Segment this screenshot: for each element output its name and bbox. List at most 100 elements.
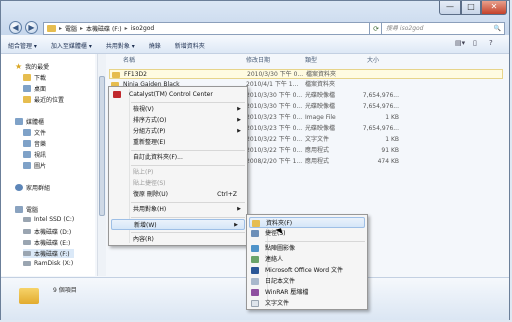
menu-item-refresh[interactable]: 重新整理(E)	[109, 137, 247, 148]
forward-arrow-icon[interactable]: ▶	[25, 21, 38, 34]
sidebar-item-computer[interactable]: 電腦	[15, 205, 38, 214]
burn-button[interactable]: 燒錄	[149, 41, 161, 50]
column-type[interactable]: 類型	[305, 55, 317, 67]
submenu-arrow-icon: ▶	[237, 206, 241, 212]
submenu-item-text[interactable]: 文字文件	[247, 298, 367, 309]
organize-button[interactable]: 組合管理 ▾	[8, 41, 37, 50]
menu-separator	[131, 217, 245, 218]
menu-separator	[131, 232, 245, 233]
menu-separator	[131, 165, 245, 166]
recent-places-icon	[23, 96, 31, 103]
sidebar-item-pictures[interactable]: 圖片	[23, 161, 46, 170]
drive-icon	[23, 240, 31, 245]
menu-item-catalyst[interactable]: Catalyst(TM) Control Center	[109, 89, 247, 100]
navigation-pane: ★ 我的最愛 下載 桌面 最近的位置 媒體櫃 文件 音樂 視訊 圖片 家用群組 …	[1, 54, 95, 276]
column-date[interactable]: 修改日期	[246, 55, 270, 67]
submenu-item-journal[interactable]: 日記本文件	[247, 276, 367, 287]
submenu-item-bitmap[interactable]: 點陣圖影像	[247, 243, 367, 254]
new-submenu: 資料夾(F) 捷徑(S) 點陣圖影像 連絡人 Microsoft Office …	[246, 214, 368, 310]
scrollbar-thumb[interactable]	[99, 76, 105, 216]
contact-icon	[251, 256, 259, 263]
menu-separator	[131, 102, 245, 103]
folder-icon	[19, 288, 39, 304]
word-icon	[251, 267, 259, 274]
add-to-library-button[interactable]: 加入至媒體櫃 ▾	[51, 41, 92, 50]
sidebar-item-downloads[interactable]: 下載	[23, 73, 46, 82]
drive-icon	[23, 261, 31, 266]
sidebar-item-favorites[interactable]: ★ 我的最愛	[15, 62, 49, 72]
text-file-icon	[251, 300, 259, 307]
column-size[interactable]: 大小	[367, 55, 379, 67]
submenu-item-contact[interactable]: 連絡人	[247, 254, 367, 265]
file-row[interactable]: FF13D2 2010/3/30 下午 0... 檔案資料夾	[109, 69, 503, 79]
music-icon	[23, 140, 31, 147]
menu-item-group[interactable]: 分組方式(P) ▶	[109, 126, 247, 137]
sidebar-item-drive-d[interactable]: 本機磁碟 (D:)	[23, 227, 71, 236]
menu-item-customize[interactable]: 自訂此資料夾(F)...	[109, 152, 247, 163]
computer-icon	[15, 206, 23, 213]
share-with-button[interactable]: 共用對象 ▾	[106, 41, 135, 50]
drive-icon	[23, 217, 31, 222]
menu-item-paste-shortcut[interactable]: 貼上捷徑(S)	[109, 178, 247, 189]
context-menu: Catalyst(TM) Control Center 檢視(V) ▶ 排序方式(…	[108, 86, 248, 246]
pictures-icon	[23, 162, 31, 169]
menu-item-view[interactable]: 檢視(V) ▶	[109, 104, 247, 115]
drive-icon	[23, 229, 31, 234]
new-folder-button[interactable]: 新增資料夾	[175, 41, 205, 50]
submenu-arrow-icon: ▶	[237, 106, 241, 112]
desktop-icon	[23, 85, 31, 92]
preview-pane-icon[interactable]: ▯	[473, 39, 477, 47]
menu-separator	[265, 241, 365, 242]
minimize-button[interactable]: —	[439, 1, 461, 15]
library-icon	[15, 118, 23, 125]
search-input[interactable]: 搜尋 iso2god 🔍	[381, 22, 505, 35]
submenu-item-word[interactable]: Microsoft Office Word 文件	[247, 265, 367, 276]
sidebar-item-drive-e[interactable]: 本機磁碟 (E:)	[23, 238, 70, 247]
breadcrumb-computer[interactable]: 電腦	[65, 24, 77, 33]
title-bar: — □ ✕ ◀ ▶ ▸ 電腦 ▸ 本機磁碟 (F:) ▸ iso2god ⟳ 搜…	[1, 1, 509, 35]
homegroup-icon	[15, 184, 23, 191]
sidebar-item-music[interactable]: 音樂	[23, 139, 46, 148]
close-button[interactable]: ✕	[481, 1, 507, 15]
sidebar-item-libraries[interactable]: 媒體櫃	[15, 117, 44, 126]
back-arrow-icon[interactable]: ◀	[9, 21, 22, 34]
folder-icon	[112, 72, 120, 78]
sidebar-item-drive-c[interactable]: Intel SSD (C:)	[23, 216, 74, 223]
folder-icon	[47, 25, 56, 32]
address-bar[interactable]: ▸ 電腦 ▸ 本機磁碟 (F:) ▸ iso2god	[43, 22, 370, 35]
maximize-button[interactable]: □	[461, 1, 481, 15]
view-options-icon[interactable]: ▤▾	[455, 39, 465, 47]
menu-item-undo-delete[interactable]: 復原 刪除(U) Ctrl+Z	[109, 189, 247, 200]
sidebar-item-videos[interactable]: 視訊	[23, 150, 46, 159]
breadcrumb-iso2god[interactable]: iso2god	[131, 25, 155, 32]
folder-icon	[252, 220, 260, 227]
item-count: 9 個項目	[53, 287, 77, 294]
submenu-item-shortcut[interactable]: 捷徑(S)	[247, 228, 367, 239]
sidebar-scrollbar[interactable]	[97, 54, 106, 276]
sidebar-item-desktop[interactable]: 桌面	[23, 84, 46, 93]
folder-icon	[23, 74, 31, 81]
shortcut-icon	[251, 230, 259, 237]
sidebar-item-drive-f[interactable]: 本機磁碟 (F:)	[23, 249, 74, 258]
menu-item-paste[interactable]: 貼上(P)	[109, 167, 247, 178]
sidebar-item-ramdisk[interactable]: RamDisk (X:)	[23, 260, 73, 267]
menu-item-new[interactable]: 新增(W) ▶	[111, 219, 245, 230]
winrar-icon	[251, 289, 259, 296]
sidebar-item-recent[interactable]: 最近的位置	[23, 95, 64, 104]
menu-separator	[131, 202, 245, 203]
drive-icon	[23, 251, 31, 256]
command-bar: 組合管理 ▾ 加入至媒體櫃 ▾ 共用對象 ▾ 燒錄 新增資料夾 ▤▾ ▯ ?	[1, 37, 509, 54]
breadcrumb-drive-f[interactable]: 本機磁碟 (F:)	[86, 24, 122, 33]
submenu-item-winrar[interactable]: WinRAR 壓縮檔	[247, 287, 367, 298]
sidebar-item-homegroup[interactable]: 家用群組	[15, 183, 50, 192]
bitmap-icon	[251, 245, 259, 252]
star-icon: ★	[15, 62, 23, 71]
menu-item-properties[interactable]: 內容(R)	[109, 234, 247, 245]
menu-item-share[interactable]: 共用對象(H) ▶	[109, 204, 247, 215]
search-icon: 🔍	[493, 25, 501, 32]
menu-item-sort[interactable]: 排序方式(O) ▶	[109, 115, 247, 126]
column-name[interactable]: 名稱	[123, 55, 135, 67]
submenu-item-folder[interactable]: 資料夾(F)	[249, 217, 365, 228]
help-icon[interactable]: ?	[489, 39, 493, 47]
sidebar-item-documents[interactable]: 文件	[23, 128, 46, 137]
